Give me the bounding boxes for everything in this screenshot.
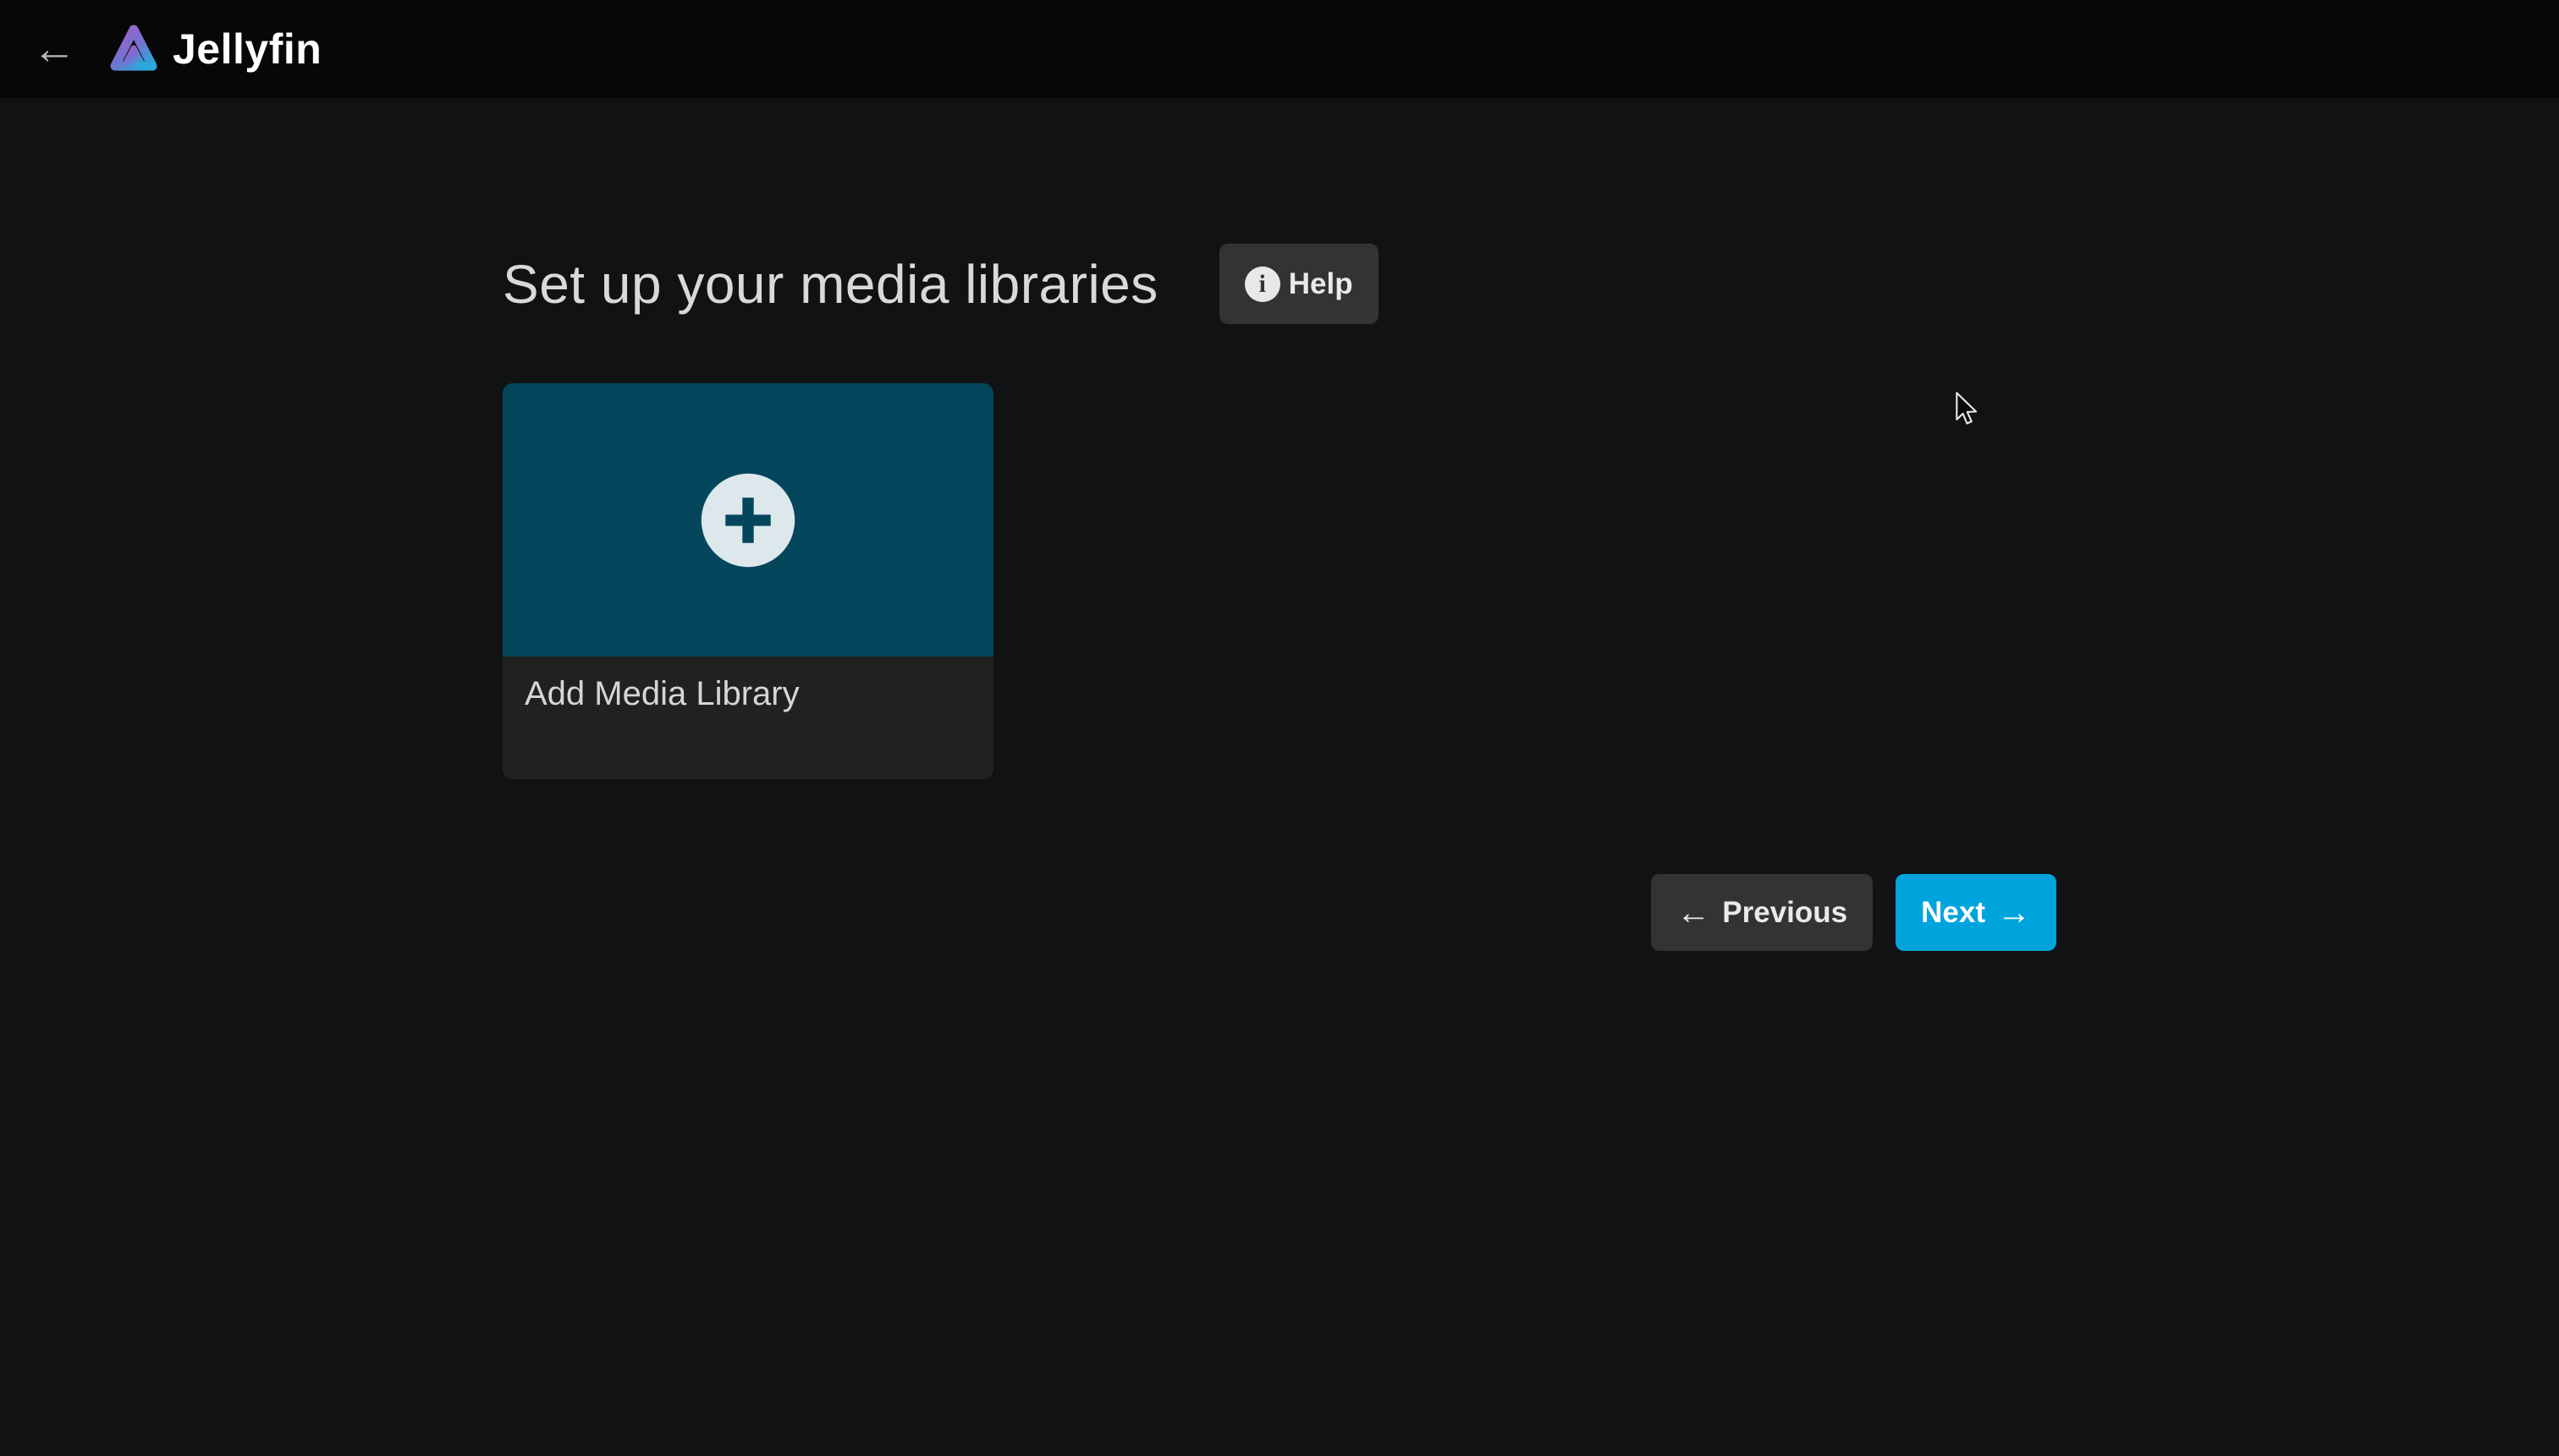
help-button[interactable]: i Help — [1219, 244, 1379, 324]
jellyfin-logo-icon — [108, 22, 159, 76]
app-title: Jellyfin — [173, 25, 322, 74]
library-card-grid: Add Media Library — [503, 383, 2056, 779]
page-title: Set up your media libraries — [503, 253, 1158, 316]
add-media-library-card-image — [503, 383, 993, 657]
arrow-left-icon: ← — [1676, 896, 1710, 930]
top-bar: ← Jellyfin — [0, 0, 2559, 98]
back-button[interactable]: ← — [22, 17, 86, 81]
wizard-page: Set up your media libraries i Help Add M… — [503, 98, 2056, 951]
help-button-label: Help — [1289, 267, 1353, 301]
plus-circle-icon — [700, 472, 796, 569]
next-button-label: Next — [1921, 896, 1985, 930]
arrow-left-icon: ← — [32, 27, 76, 71]
wizard-nav: ← Previous Next → — [503, 874, 2056, 951]
info-icon: i — [1245, 266, 1280, 302]
previous-button-label: Previous — [1722, 896, 1847, 930]
add-media-library-card[interactable]: Add Media Library — [503, 383, 993, 779]
add-media-library-card-footer: Add Media Library — [503, 657, 993, 779]
next-button[interactable]: Next → — [1896, 874, 2056, 951]
add-media-library-label: Add Media Library — [525, 675, 800, 712]
jellyfin-logo: Jellyfin — [108, 22, 322, 76]
title-row: Set up your media libraries i Help — [503, 244, 2056, 324]
arrow-right-icon: → — [1997, 896, 2031, 930]
previous-button[interactable]: ← Previous — [1651, 874, 1873, 951]
